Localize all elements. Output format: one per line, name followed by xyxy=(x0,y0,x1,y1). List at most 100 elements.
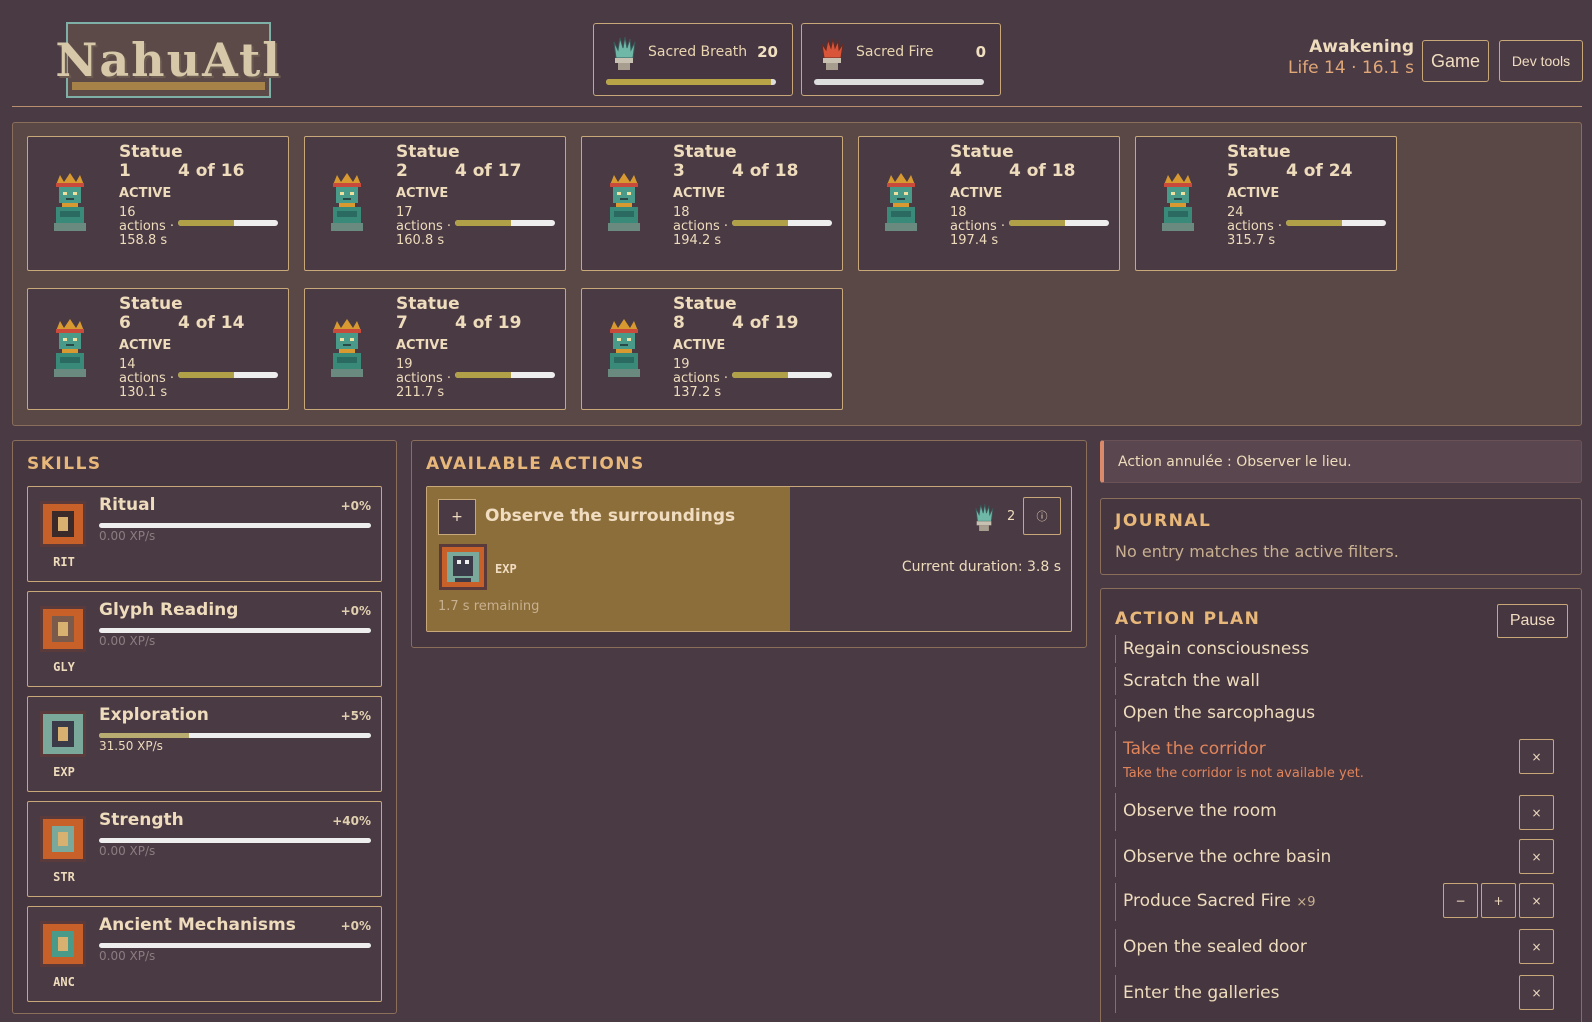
skill-xp-bar xyxy=(99,838,371,843)
plan-item[interactable]: Produce Sacred Fire ×9 − + × xyxy=(1115,883,1573,921)
skill-abbr: STR xyxy=(53,870,75,884)
statue-progress-bar xyxy=(732,372,832,378)
skill-card[interactable]: EXP Exploration +5% 31.50 XP/s xyxy=(27,696,382,792)
plan-item[interactable]: Enter the galleries × xyxy=(1115,975,1573,1013)
statue-status: ACTIVE xyxy=(1227,186,1280,201)
journal-empty-message: No entry matches the active filters. xyxy=(1115,542,1399,561)
resource-sacred-breath: Sacred Breath 20 xyxy=(593,23,793,96)
plan-item-name: Open the sealed door xyxy=(1123,937,1307,957)
sacred-breath-icon xyxy=(975,504,994,531)
plan-item-remove-button[interactable]: × xyxy=(1519,795,1554,830)
plan-item-name: Observe the ochre basin xyxy=(1123,847,1332,867)
phase-title: Awakening xyxy=(1309,37,1414,57)
statue-progress-bar xyxy=(178,220,278,226)
statue-status: ACTIVE xyxy=(396,186,449,201)
plan-item[interactable]: Open the sarcophagus xyxy=(1115,699,1573,727)
statue-count: 4 of 19 xyxy=(732,313,799,333)
statue-name: Statue 5 xyxy=(1227,142,1291,181)
skill-card[interactable]: ANC Ancient Mechanisms +0% 0.00 XP/s xyxy=(27,906,382,1002)
statue-card[interactable]: Statue 54 of 24 ACTIVE 24 actions · 315.7 … xyxy=(1135,136,1397,271)
skill-abbr: EXP xyxy=(53,765,75,779)
plan-item[interactable]: Scratch the wall xyxy=(1115,667,1573,695)
statue-status: ACTIVE xyxy=(119,186,172,201)
statue-card[interactable]: Statue 14 of 16 ACTIVE 16 actions · 158.8 … xyxy=(27,136,289,271)
skill-card[interactable]: GLY Glyph Reading +0% 0.00 XP/s xyxy=(27,591,382,687)
plan-item-increase-button[interactable]: + xyxy=(1481,883,1516,918)
statue-name: Statue 3 xyxy=(673,142,737,181)
skill-xp-bar xyxy=(99,628,371,633)
add-to-plan-button[interactable]: + xyxy=(438,499,476,535)
action-name: Observe the surroundings xyxy=(485,506,736,526)
statue-meta: 18 actions · 194.2 s xyxy=(673,205,729,248)
plan-item-remove-button[interactable]: × xyxy=(1519,883,1554,918)
statue-status: ACTIVE xyxy=(673,186,726,201)
statue-idol-icon xyxy=(327,319,367,379)
plan-item-remove-button[interactable]: × xyxy=(1519,929,1554,964)
plan-item[interactable]: Open the sealed door × xyxy=(1115,929,1573,967)
plan-item-decrease-button[interactable]: − xyxy=(1443,883,1478,918)
plan-item-name: Enter the galleries xyxy=(1123,983,1280,1003)
statue-status: ACTIVE xyxy=(119,338,172,353)
pause-button[interactable]: Pause xyxy=(1497,604,1568,638)
resource-bar xyxy=(814,79,984,85)
plan-item-remove-button[interactable]: × xyxy=(1519,739,1554,774)
statue-count: 4 of 16 xyxy=(178,161,245,181)
resource-name: Sacred Breath xyxy=(648,44,748,60)
skills-panel: SKILLS RIT Ritual +0% 0.00 XP/s GLY Glyph Rea… xyxy=(12,440,397,1014)
notification: Action annulée : Observer le lieu. xyxy=(1100,440,1582,483)
statue-meta: 14 actions · 130.1 s xyxy=(119,357,175,400)
plan-item-remove-button[interactable]: × xyxy=(1519,975,1554,1010)
glyph-reading-icon xyxy=(40,606,86,652)
statue-count: 4 of 24 xyxy=(1286,161,1353,181)
plan-item[interactable]: Regain consciousness xyxy=(1115,635,1573,663)
statue-progress-bar xyxy=(455,372,555,378)
skill-card[interactable]: RIT Ritual +0% 0.00 XP/s xyxy=(27,486,382,582)
game-button[interactable]: Game xyxy=(1422,40,1489,82)
skill-xp-bar xyxy=(99,943,371,948)
strength-icon xyxy=(40,816,86,862)
plan-item-label: Observe the room xyxy=(1123,801,1277,821)
ancient-mechanisms-icon xyxy=(40,921,86,967)
plan-item[interactable]: Take the corridor Take the corridor is no… xyxy=(1115,731,1573,787)
skill-bonus: +0% xyxy=(340,604,371,618)
plan-item-remove-button[interactable]: × xyxy=(1519,839,1554,874)
statue-card[interactable]: Statue 84 of 19 ACTIVE 19 actions · 137.2 … xyxy=(581,288,843,410)
skill-abbr: ANC xyxy=(53,975,75,989)
plan-item[interactable]: Observe the ochre basin × xyxy=(1115,839,1573,877)
plan-item-label: Open the sarcophagus xyxy=(1123,703,1315,723)
statue-card[interactable]: Statue 34 of 18 ACTIVE 18 actions · 194.2 … xyxy=(581,136,843,271)
skill-xp-bar xyxy=(99,733,371,738)
skill-card[interactable]: STR Strength +40% 0.00 XP/s xyxy=(27,801,382,897)
resource-name: Sacred Fire xyxy=(856,44,934,60)
logo-text: NahuAtl xyxy=(55,33,282,87)
action-skill-abbr: EXP xyxy=(495,562,517,576)
action-card[interactable]: + Observe the surroundings EXP 1.7 s rem… xyxy=(426,486,1072,632)
dev-tools-button[interactable]: Dev tools xyxy=(1499,40,1583,82)
statue-count: 4 of 18 xyxy=(732,161,799,181)
statue-card[interactable]: Statue 74 of 19 ACTIVE 19 actions · 211.7 … xyxy=(304,288,566,410)
skill-name: Glyph Reading xyxy=(99,600,239,620)
sacred-fire-icon xyxy=(821,38,844,70)
action-info-button[interactable]: ⓘ xyxy=(1023,497,1061,535)
journal-title: JOURNAL xyxy=(1115,511,1212,531)
statue-card[interactable]: Statue 64 of 14 ACTIVE 14 actions · 130.1 … xyxy=(27,288,289,410)
statue-idol-icon xyxy=(604,173,644,233)
statue-progress-bar xyxy=(732,220,832,226)
statue-progress-bar xyxy=(455,220,555,226)
exploration-icon xyxy=(439,544,487,590)
statue-name: Statue 7 xyxy=(396,294,460,333)
statue-idol-icon xyxy=(50,319,90,379)
skill-bonus: +0% xyxy=(340,919,371,933)
skill-xp-fill xyxy=(99,733,189,738)
actions-panel: AVAILABLE ACTIONS + Observe the surround… xyxy=(411,440,1087,648)
statue-card[interactable]: Statue 44 of 18 ACTIVE 18 actions · 197.4 … xyxy=(858,136,1120,271)
skill-bonus: +5% xyxy=(340,709,371,723)
plan-item-label: Produce Sacred Fire ×9 xyxy=(1123,891,1316,911)
statue-count: 4 of 17 xyxy=(455,161,522,181)
statue-count: 4 of 19 xyxy=(455,313,522,333)
plan-item-name: Produce Sacred Fire xyxy=(1123,891,1291,911)
plan-item[interactable]: Observe the room × xyxy=(1115,793,1573,831)
statue-card[interactable]: Statue 24 of 17 ACTIVE 17 actions · 160.8 … xyxy=(304,136,566,271)
plan-item-multiplier: ×9 xyxy=(1296,895,1316,910)
action-cost: 2 xyxy=(1007,509,1016,524)
